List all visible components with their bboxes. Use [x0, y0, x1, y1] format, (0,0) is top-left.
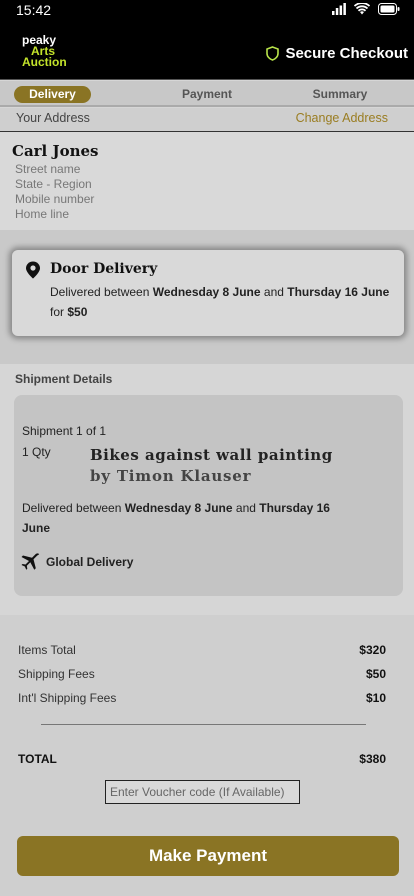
address-region: State - Region [15, 177, 92, 191]
global-delivery-label: Global Delivery [46, 554, 134, 569]
shipping-fees-value: $50 [365, 667, 386, 681]
delivery-for: for [50, 305, 68, 319]
change-address-link[interactable]: Change Address [296, 111, 388, 125]
secure-checkout-label: Secure Checkout [285, 45, 408, 62]
intl-shipping-label: Int'l Shipping Fees [18, 691, 117, 705]
address-home-line: Home line [15, 207, 70, 221]
door-delivery-option[interactable]: Door Delivery Delivered between Wednesda… [12, 250, 404, 336]
address-mobile: Mobile number [15, 192, 95, 206]
delivery-description: Delivered between Wednesday 8 June and T… [50, 282, 390, 322]
delivery-date-from: Wednesday 8 June [152, 285, 261, 299]
shipment-del-prefix: Delivered between [22, 501, 125, 515]
totals-divider [41, 724, 366, 725]
artwork-title: Bikes against wall painting [90, 446, 333, 464]
delivery-date-to: Thursday 16 June [287, 285, 390, 299]
artwork-artist: by Timon Klauser [90, 467, 252, 485]
delivery-price: $50 [67, 305, 88, 319]
brand-logo[interactable]: peaky Arts Auction [22, 34, 72, 75]
shipment-delivery-dates: Delivered between Wednesday 8 June and T… [22, 498, 342, 538]
signal-icon [332, 3, 346, 15]
shipment-count: Shipment 1 of 1 [22, 424, 107, 438]
status-bar: 15:42 [0, 0, 414, 28]
secure-checkout: Secure Checkout [266, 45, 408, 62]
shield-icon [266, 46, 280, 61]
logo-line-3: Auction [22, 55, 67, 69]
shipment-heading: Shipment Details [15, 372, 113, 386]
address-header: Your Address Change Address [0, 108, 414, 132]
app-header: peaky Arts Auction Secure Checkout [0, 28, 414, 80]
address-details: Carl Jones Street name State - Region Mo… [0, 132, 414, 230]
status-time: 15:42 [16, 2, 52, 18]
step-payment[interactable]: Payment [168, 86, 246, 103]
location-pin-icon [26, 261, 40, 279]
delivery-prefix: Delivered between [50, 285, 153, 299]
shipment-date-from: Wednesday 8 June [124, 501, 233, 515]
customer-name: Carl Jones [12, 142, 99, 160]
items-total-label: Items Total [18, 643, 76, 657]
shipping-fees-label: Shipping Fees [18, 667, 95, 681]
total-value: $380 [359, 752, 386, 766]
order-totals: Items Total $320 Shipping Fees $50 Int'l… [0, 615, 414, 896]
total-label: TOTAL [18, 752, 57, 766]
items-total-value: $320 [359, 643, 386, 657]
checkout-steps: Delivery Payment Summary [0, 81, 414, 107]
step-delivery[interactable]: Delivery [14, 86, 91, 103]
wifi-icon [354, 3, 370, 15]
shipment-card: Shipment 1 of 1 1 Qty Bikes against wall… [14, 395, 403, 596]
shipment-qty: 1 Qty [22, 445, 51, 459]
airplane-icon [21, 553, 40, 570]
battery-icon [378, 3, 400, 15]
global-delivery: Global Delivery [20, 553, 133, 570]
address-street: Street name [15, 162, 81, 176]
delivery-and: and [260, 285, 288, 299]
voucher-input[interactable] [105, 780, 300, 804]
delivery-section: Door Delivery Delivered between Wednesda… [0, 230, 414, 364]
delivery-title: Door Delivery [50, 261, 158, 277]
step-summary[interactable]: Summary [300, 86, 380, 103]
status-icons [332, 3, 400, 15]
make-payment-button[interactable]: Make Payment [17, 836, 399, 876]
address-heading: Your Address [16, 111, 90, 125]
intl-shipping-value: $10 [365, 691, 386, 705]
shipment-and: and [232, 501, 260, 515]
